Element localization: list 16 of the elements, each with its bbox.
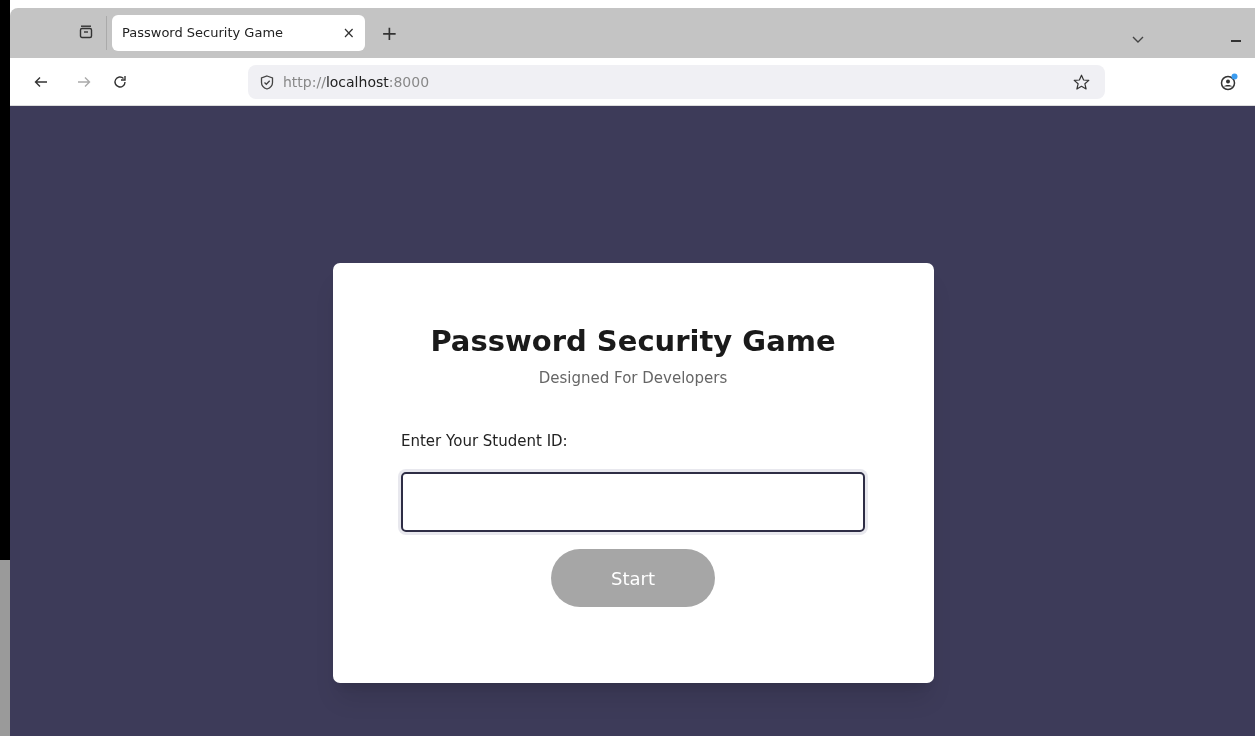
new-tab-button[interactable]: +: [381, 18, 398, 48]
card-title: Password Security Game: [430, 323, 836, 360]
tab-overview-icon[interactable]: [79, 25, 93, 39]
subtitle: Designed For Developers: [538, 368, 728, 390]
field-label: Enter Your Student ID:: [401, 430, 568, 452]
address-bar[interactable]: http://localhost:8000: [248, 65, 1105, 99]
reload-icon[interactable]: [113, 75, 127, 89]
chevron-down-icon[interactable]: [1132, 36, 1144, 43]
star-icon[interactable]: [1073, 74, 1090, 91]
tab-close-button[interactable]: ×: [342, 21, 355, 45]
url-text: http://localhost:8000: [283, 72, 430, 92]
back-icon[interactable]: [34, 76, 48, 88]
account-icon[interactable]: [1220, 73, 1238, 91]
shield-icon: [260, 74, 274, 90]
student-id-field[interactable]: [401, 472, 865, 533]
browser-tab[interactable]: Password Security Game ×: [112, 15, 365, 51]
